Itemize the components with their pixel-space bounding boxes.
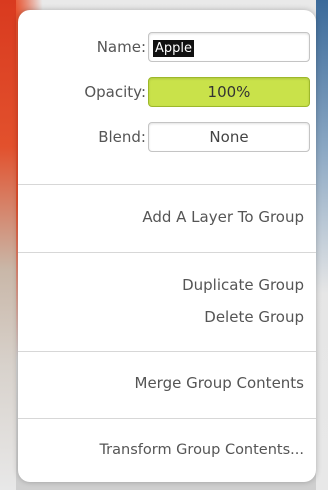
duplicate-group-item[interactable]: Duplicate Group [182,271,304,299]
divider [18,252,316,253]
opacity-row: Opacity: 100% [18,75,316,109]
name-row: Name: Apple [18,30,316,64]
blend-row: Blend: None [18,120,316,154]
opacity-field[interactable]: 100% [148,77,310,107]
name-label: Name: [96,38,146,56]
blend-mode-field[interactable]: None [148,122,310,152]
divider [18,184,316,185]
name-field[interactable]: Apple [148,32,310,62]
merge-group-contents-item[interactable]: Merge Group Contents [135,369,305,397]
divider [18,351,316,352]
group-options-popover: Name: Apple Opacity: 100% Blend: None Ad… [18,10,316,482]
add-layer-to-group-item[interactable]: Add A Layer To Group [142,203,304,231]
name-value-selected: Apple [153,40,195,57]
delete-group-item[interactable]: Delete Group [204,303,304,331]
opacity-label: Opacity: [84,83,146,101]
divider [18,418,316,419]
backdrop-left-edge [0,0,16,490]
backdrop-right-edge [316,0,328,490]
transform-group-contents-item[interactable]: Transform Group Contents... [28,436,304,464]
blend-label: Blend: [98,128,146,146]
